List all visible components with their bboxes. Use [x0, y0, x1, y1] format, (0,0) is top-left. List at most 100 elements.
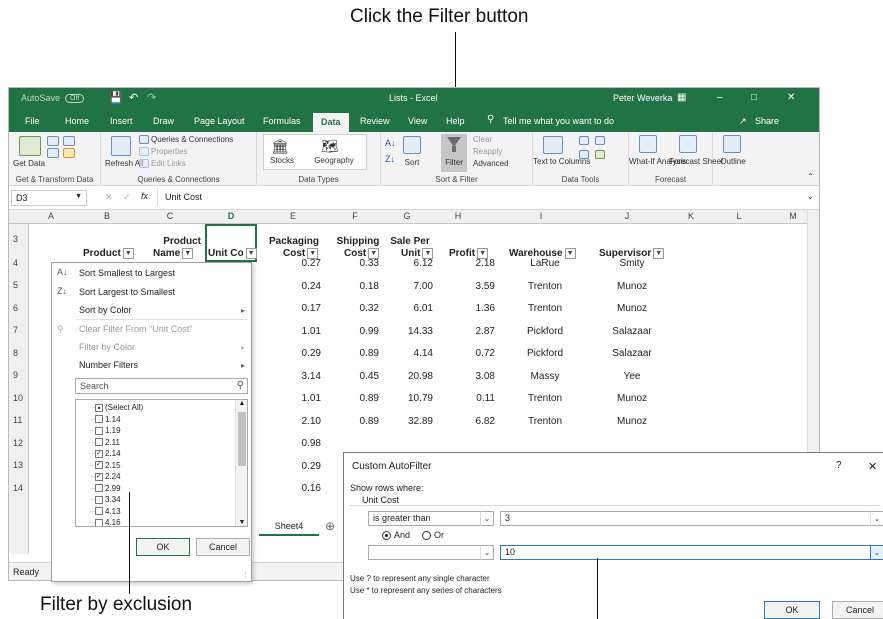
row-11[interactable]: 11: [13, 415, 22, 425]
filter-list-item[interactable]: ─ 2.11: [90, 438, 120, 447]
cell-shipping[interactable]: 0.32: [335, 303, 379, 314]
cell-supervisor[interactable]: Munoz: [593, 281, 671, 292]
cell-warehouse[interactable]: Trenton: [503, 393, 587, 404]
row-6[interactable]: 6: [13, 303, 18, 313]
cell-packaging[interactable]: 0.24: [271, 281, 321, 292]
refresh-all-button[interactable]: Refresh All: [105, 159, 144, 168]
share-button[interactable]: Share: [755, 116, 779, 126]
filter-dropdown-product-name[interactable]: ▼: [182, 248, 194, 259]
cell-shipping[interactable]: 0.45: [335, 371, 379, 382]
filter-list-item[interactable]: ─ 1.14: [90, 415, 121, 424]
value-2-input[interactable]: 10: [500, 545, 883, 560]
tab-help[interactable]: Help: [446, 116, 465, 126]
sort-largest-item[interactable]: Sort Largest to Smallest: [79, 287, 175, 297]
col-a[interactable]: A: [45, 211, 57, 221]
stocks-icon[interactable]: 🏛: [271, 138, 289, 155]
cell-supervisor[interactable]: Salazaar: [593, 326, 671, 337]
filter-button[interactable]: Filter: [441, 134, 467, 172]
scroll-thumb[interactable]: [238, 412, 246, 466]
tab-page-layout[interactable]: Page Layout: [194, 116, 245, 126]
cell-supervisor[interactable]: Munoz: [593, 393, 671, 404]
col-h[interactable]: H: [452, 211, 464, 221]
tab-file[interactable]: File: [25, 116, 40, 126]
filter-list-item[interactable]: ─✓ 2.15: [90, 461, 121, 470]
sort-az-icon[interactable]: A↓: [385, 138, 396, 148]
cell-shipping[interactable]: 0.89: [335, 393, 379, 404]
cell-warehouse[interactable]: Trenton: [503, 303, 587, 314]
cell-packaging[interactable]: 0.98: [271, 438, 321, 449]
cell-packaging[interactable]: 3.14: [271, 371, 321, 382]
tab-review[interactable]: Review: [360, 116, 390, 126]
queries-connections-button[interactable]: Queries & Connections: [151, 135, 233, 144]
value-1-input[interactable]: 3: [500, 511, 883, 526]
refresh-icon[interactable]: [111, 136, 131, 156]
row-8[interactable]: 8: [13, 348, 18, 358]
and-radio[interactable]: And: [382, 530, 410, 541]
checkbox-icon[interactable]: [94, 507, 103, 516]
cell-packaging[interactable]: 1.01: [271, 326, 321, 337]
cell-profit[interactable]: 2.87: [449, 326, 495, 337]
number-filters-item[interactable]: Number Filters: [79, 360, 138, 370]
forecast-sheet-icon[interactable]: [679, 135, 697, 153]
scroll-up-icon[interactable]: ▲: [237, 400, 247, 407]
col-i[interactable]: I: [535, 211, 547, 221]
properties-button[interactable]: Properties: [151, 147, 187, 156]
checkbox-icon[interactable]: ✓: [94, 472, 103, 481]
name-box-dropdown-icon[interactable]: ▼: [75, 193, 82, 200]
checkbox-icon[interactable]: [94, 518, 103, 526]
insert-function-icon[interactable]: fx: [141, 191, 148, 201]
user-name[interactable]: Peter Weverka: [613, 93, 672, 103]
text-to-columns-button[interactable]: Text to Columns: [533, 157, 590, 166]
geography-icon[interactable]: 🗺: [321, 138, 339, 155]
row-5[interactable]: 5: [13, 280, 18, 290]
row-10[interactable]: 10: [13, 393, 23, 403]
get-data-icon[interactable]: [19, 136, 41, 156]
dialog-close-button[interactable]: ✕: [868, 460, 877, 473]
cell-sale[interactable]: 32.89: [387, 416, 433, 427]
checkbox-icon[interactable]: [94, 484, 103, 493]
row-13[interactable]: 13: [13, 460, 23, 470]
cell-shipping[interactable]: 0.89: [335, 348, 379, 359]
clear-filter-item[interactable]: Clear Filter From "Unit Cost": [79, 324, 192, 334]
checkbox-icon[interactable]: [94, 438, 103, 447]
cell-packaging[interactable]: 0.17: [271, 303, 321, 314]
cell-profit[interactable]: 3.08: [449, 371, 495, 382]
cell-profit[interactable]: 6.82: [449, 416, 495, 427]
filter-dropdown-unit-cost[interactable]: ▼: [245, 248, 257, 259]
tab-home[interactable]: Home: [65, 116, 89, 126]
filter-list-scrollbar[interactable]: ▲ ▼: [235, 400, 247, 526]
outline-button[interactable]: Outline: [713, 157, 753, 166]
remove-duplicates-icon[interactable]: [595, 136, 605, 145]
value-1-dropdown-icon[interactable]: ⌄: [870, 511, 883, 526]
filter-cancel-button[interactable]: Cancel: [196, 538, 250, 556]
tab-draw[interactable]: Draw: [153, 116, 174, 126]
checkbox-icon[interactable]: [94, 495, 103, 504]
sort-by-color-item[interactable]: Sort by Color: [79, 305, 132, 315]
collapse-ribbon-icon[interactable]: ⌃: [807, 172, 814, 181]
stocks-button[interactable]: Stocks: [267, 156, 297, 165]
checkbox-icon[interactable]: ✓: [94, 449, 103, 458]
row-4[interactable]: 4: [13, 258, 18, 268]
checkbox-icon[interactable]: [94, 403, 103, 412]
row-3[interactable]: 3: [13, 234, 18, 244]
expand-formula-icon[interactable]: ⌄: [807, 192, 814, 201]
what-if-icon[interactable]: [639, 135, 657, 153]
data-validation-icon[interactable]: [579, 150, 589, 159]
cell-sale[interactable]: 6.01: [387, 303, 433, 314]
cell-sale[interactable]: 20.98: [387, 371, 433, 382]
tell-me-search[interactable]: Tell me what you want to do: [503, 116, 614, 126]
geography-button[interactable]: Geography: [309, 156, 359, 165]
filter-list-item[interactable]: ─✓ 2.24: [90, 472, 121, 481]
filter-list-item[interactable]: ─ 4.16: [90, 518, 121, 526]
relationships-icon[interactable]: [595, 150, 605, 159]
col-e[interactable]: E: [287, 211, 299, 221]
cell-shipping[interactable]: 0.33: [335, 258, 379, 269]
filter-list-item[interactable]: ─ 4.13: [90, 507, 121, 516]
sheet-tab[interactable]: Sheet4: [259, 518, 319, 536]
row-12[interactable]: 12: [13, 438, 23, 448]
operator-2-select[interactable]: [368, 545, 482, 560]
cell-sale[interactable]: 7.00: [387, 281, 433, 292]
cell-packaging[interactable]: 1.01: [271, 393, 321, 404]
filter-list-item[interactable]: ─✓ 2.14: [90, 449, 121, 458]
confirm-entry-icon[interactable]: ✓: [123, 192, 131, 203]
